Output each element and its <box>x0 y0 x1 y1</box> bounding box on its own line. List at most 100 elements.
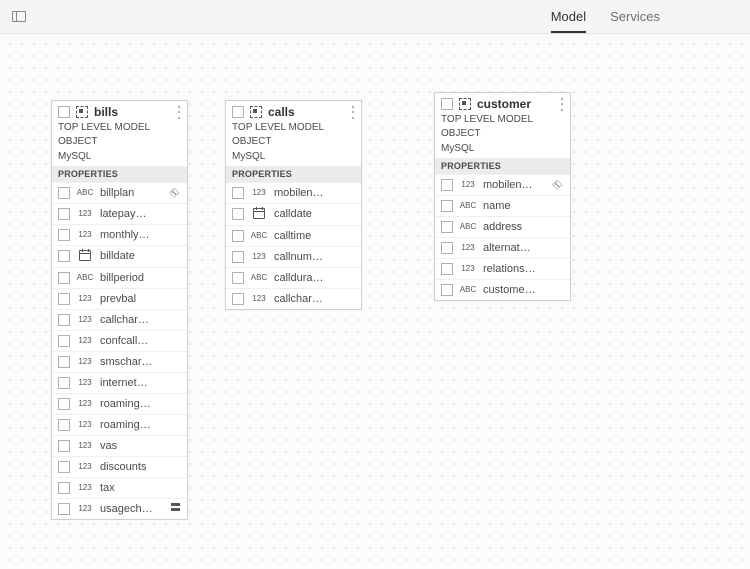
property-name: custome… <box>483 284 546 296</box>
kebab-menu-icon[interactable] <box>561 98 564 111</box>
tab-model[interactable]: Model <box>551 0 586 33</box>
property-checkbox[interactable] <box>58 461 70 473</box>
property-checkbox[interactable] <box>58 314 70 326</box>
property-name: name <box>483 200 546 212</box>
property-name: usagech… <box>100 503 163 515</box>
property-row[interactable]: 123callchar… <box>52 309 187 330</box>
property-checkbox[interactable] <box>441 242 453 254</box>
property-type-icon: 123 <box>76 483 94 492</box>
property-checkbox[interactable] <box>232 230 244 242</box>
tab-services[interactable]: Services <box>610 0 660 33</box>
model-object-icon <box>76 106 88 118</box>
panel-toggle-icon[interactable] <box>12 11 26 22</box>
property-checkbox[interactable] <box>58 377 70 389</box>
property-name: discounts <box>100 461 163 473</box>
property-type-icon: 123 <box>76 230 94 239</box>
property-checkbox[interactable] <box>441 284 453 296</box>
property-name: vas <box>100 440 163 452</box>
model-object-icon <box>250 106 262 118</box>
property-checkbox[interactable] <box>232 272 244 284</box>
property-type-icon: 123 <box>250 252 268 261</box>
model-toplabel: TOP LEVEL MODEL OBJECT <box>52 121 187 150</box>
property-type-icon: 123 <box>76 315 94 324</box>
property-row[interactable]: 123mobilen…⚿ <box>435 174 570 195</box>
property-type-icon <box>76 250 94 263</box>
model-canvas[interactable]: bills TOP LEVEL MODEL OBJECT MySQL PROPE… <box>0 34 750 569</box>
property-row[interactable]: 123latepay… <box>52 203 187 224</box>
property-checkbox[interactable] <box>58 503 70 515</box>
property-checkbox[interactable] <box>58 419 70 431</box>
model-header: bills <box>52 101 187 121</box>
property-row[interactable]: 123usagech… <box>52 498 187 519</box>
kebab-menu-icon[interactable] <box>352 106 355 119</box>
property-checkbox[interactable] <box>58 272 70 284</box>
property-name: confcall… <box>100 335 163 347</box>
property-checkbox[interactable] <box>441 263 453 275</box>
select-checkbox[interactable] <box>441 98 453 110</box>
property-checkbox[interactable] <box>441 200 453 212</box>
model-source: MySQL <box>435 142 570 158</box>
property-row[interactable]: 123roaming… <box>52 414 187 435</box>
property-type-icon: 123 <box>459 264 477 273</box>
property-type-icon: 123 <box>459 180 477 189</box>
property-row[interactable]: 123internet… <box>52 372 187 393</box>
property-name: relations… <box>483 263 546 275</box>
property-row[interactable]: 123callnum… <box>226 246 361 267</box>
property-checkbox[interactable] <box>58 187 70 199</box>
property-row[interactable]: 123roaming… <box>52 393 187 414</box>
property-checkbox[interactable] <box>58 398 70 410</box>
property-checkbox[interactable] <box>58 356 70 368</box>
property-row[interactable]: 123alternat… <box>435 237 570 258</box>
properties-list: 123mobilen…⚿ABCnameABCaddress123alternat… <box>435 174 570 300</box>
property-checkbox[interactable] <box>58 229 70 241</box>
kebab-menu-icon[interactable] <box>178 106 181 119</box>
property-row[interactable]: 123mobilen… <box>226 182 361 203</box>
select-checkbox[interactable] <box>58 106 70 118</box>
property-row[interactable]: ABCname <box>435 195 570 216</box>
model-object-bills[interactable]: bills TOP LEVEL MODEL OBJECT MySQL PROPE… <box>51 100 188 520</box>
property-row[interactable]: 123 relations… <box>435 258 570 279</box>
property-type-icon: ABC <box>250 231 268 240</box>
property-row[interactable]: ABCbillplan⚿ <box>52 182 187 203</box>
property-checkbox[interactable] <box>232 251 244 263</box>
property-row[interactable]: billdate <box>52 245 187 267</box>
property-checkbox[interactable] <box>58 250 70 262</box>
select-checkbox[interactable] <box>232 106 244 118</box>
property-checkbox[interactable] <box>58 440 70 452</box>
model-title: customer <box>477 97 531 111</box>
property-type-icon: ABC <box>459 222 477 231</box>
property-checkbox[interactable] <box>232 187 244 199</box>
property-name: alternat… <box>483 242 546 254</box>
property-row[interactable]: ABCcalltime <box>226 225 361 246</box>
primary-key-icon: ⚿ <box>552 179 564 191</box>
property-checkbox[interactable] <box>232 208 244 220</box>
property-row[interactable]: 123confcall… <box>52 330 187 351</box>
property-row[interactable]: 123callchar… <box>226 288 361 309</box>
property-row[interactable]: 123smschar… <box>52 351 187 372</box>
property-name: address <box>483 221 546 233</box>
property-checkbox[interactable] <box>441 221 453 233</box>
property-checkbox[interactable] <box>58 482 70 494</box>
property-row[interactable]: calldate <box>226 203 361 225</box>
property-checkbox[interactable] <box>58 293 70 305</box>
property-name: smschar… <box>100 356 163 368</box>
property-row[interactable]: ABC custome… <box>435 279 570 300</box>
model-object-icon <box>459 98 471 110</box>
property-row[interactable]: 123monthly… <box>52 224 187 245</box>
property-checkbox[interactable] <box>441 179 453 191</box>
property-row[interactable]: 123prevbal <box>52 288 187 309</box>
property-row[interactable]: 123vas <box>52 435 187 456</box>
property-row[interactable]: ABCcalldura… <box>226 267 361 288</box>
property-checkbox[interactable] <box>58 208 70 220</box>
property-row[interactable]: ABC address <box>435 216 570 237</box>
property-row[interactable]: 123discounts <box>52 456 187 477</box>
model-object-customer[interactable]: customer TOP LEVEL MODEL OBJECT MySQL PR… <box>434 92 571 301</box>
property-checkbox[interactable] <box>232 293 244 305</box>
property-name: calldate <box>274 208 337 220</box>
model-object-calls[interactable]: calls TOP LEVEL MODEL OBJECT MySQL PROPE… <box>225 100 362 310</box>
property-checkbox[interactable] <box>58 335 70 347</box>
property-type-icon: ABC <box>459 285 477 294</box>
property-row[interactable]: ABCbillperiod <box>52 267 187 288</box>
property-row[interactable]: 123tax <box>52 477 187 498</box>
property-name: prevbal <box>100 293 163 305</box>
